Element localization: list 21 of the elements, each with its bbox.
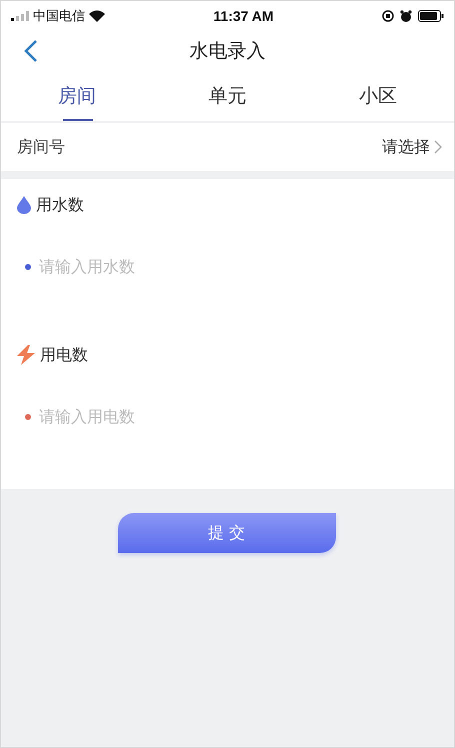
back-icon[interactable] (23, 39, 39, 63)
page-title: 水电录入 (190, 39, 266, 64)
tab[interactable]: 单元 (171, 71, 284, 121)
room-number-label: 房间号 (17, 136, 65, 158)
carrier-name: 中国电信 (33, 8, 85, 25)
signal-icon (11, 11, 29, 21)
select-link[interactable]: 请选择 (382, 136, 430, 158)
alarm-clock-icon (400, 10, 412, 22)
input-field[interactable]: 请输入用水数 (39, 257, 339, 276)
rotation-lock-icon (382, 10, 394, 22)
tab[interactable]: 小区 (284, 71, 454, 121)
lightning-icon (17, 345, 35, 365)
battery-icon (418, 10, 444, 22)
wifi-icon (89, 10, 105, 22)
chevron-right-icon[interactable] (434, 140, 442, 154)
input-field[interactable]: 请输入用电数 (39, 407, 339, 426)
tab[interactable]: 房间 (1, 71, 171, 121)
status-time: 11:37 AM (213, 8, 274, 24)
field-label: 用电数 (40, 344, 88, 366)
water-drop-icon (17, 196, 31, 214)
field-label: 用水数 (36, 194, 84, 216)
